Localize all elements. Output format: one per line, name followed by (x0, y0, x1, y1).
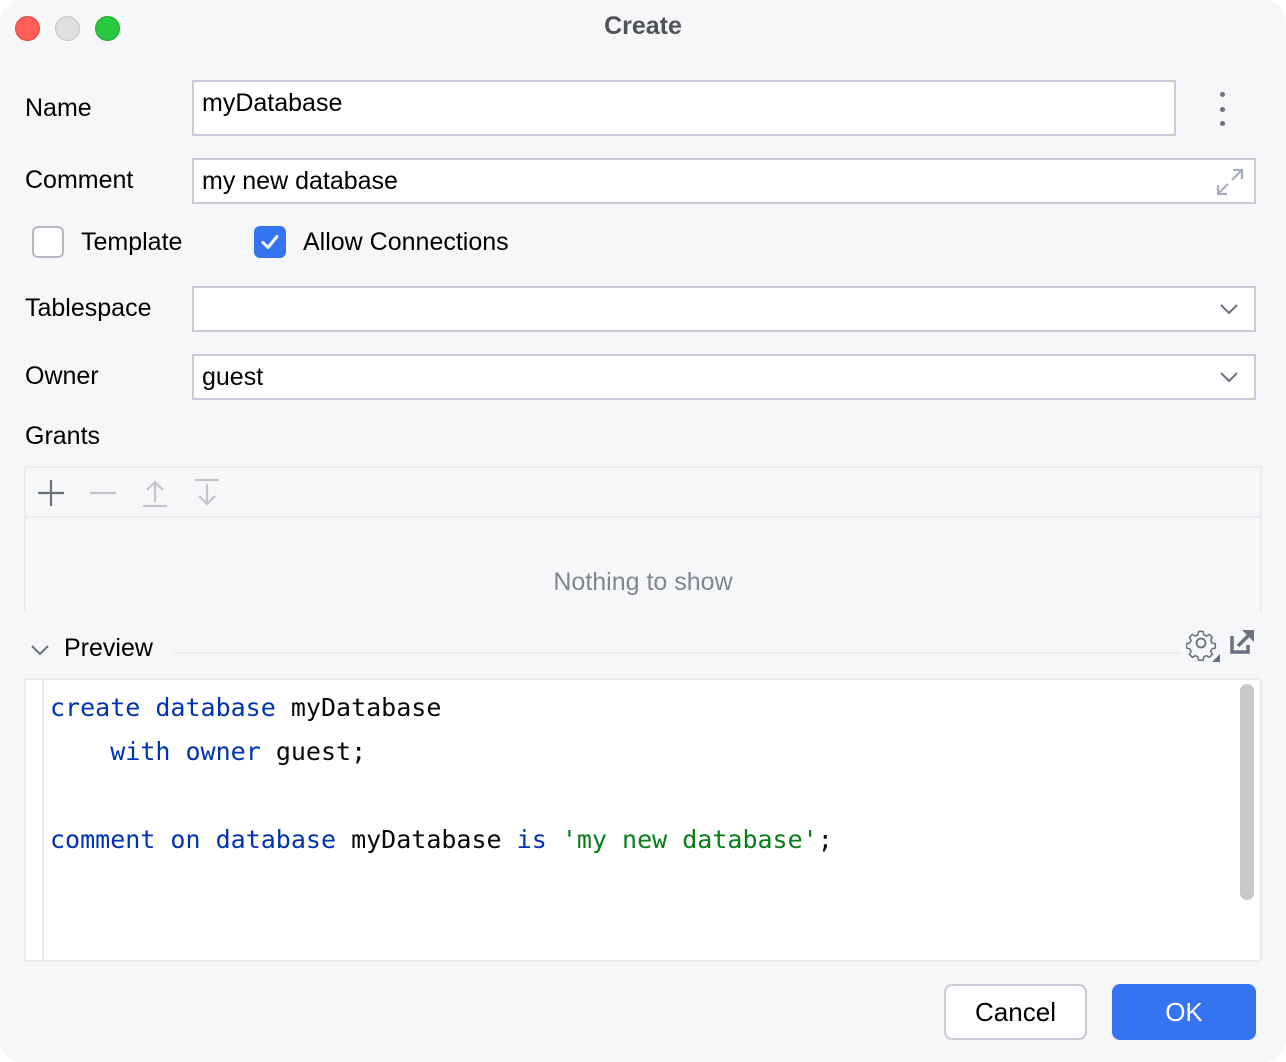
expand-diagonal-icon[interactable] (1214, 166, 1246, 198)
allow-connections-checkbox-row[interactable]: Allow Connections (254, 226, 509, 258)
keyword: is (516, 825, 547, 854)
separator (174, 652, 1182, 654)
preview-section-header: Preview (24, 628, 1262, 672)
chevron-down-icon[interactable] (1218, 298, 1240, 320)
keyword: with (110, 737, 171, 766)
name-input[interactable] (202, 88, 1174, 118)
code-line-4: comment on database myDatabase is 'my ne… (50, 818, 833, 862)
arrow-down-icon[interactable] (192, 478, 222, 508)
code-line-1: create database myDatabase (50, 686, 833, 730)
keyword: comment (50, 825, 156, 854)
keyword: on (170, 825, 201, 854)
kebab-vertical-icon[interactable] (1212, 92, 1232, 126)
allow-connections-checkbox[interactable] (254, 226, 286, 258)
keyword: create (50, 693, 141, 722)
template-label: Template (81, 227, 183, 256)
chevron-down-icon[interactable] (28, 640, 52, 660)
string-literal: 'my new database' (561, 825, 818, 854)
ok-button[interactable]: OK (1112, 984, 1256, 1040)
comment-label: Comment (25, 166, 134, 194)
grants-label: Grants (25, 422, 101, 450)
preview-title[interactable]: Preview (64, 634, 153, 663)
empty-state-text: Nothing to show (553, 568, 733, 596)
keyword: database (155, 693, 276, 722)
chevron-down-icon[interactable] (1218, 366, 1240, 388)
name-label: Name (25, 94, 92, 122)
sql-code[interactable]: create database myDatabase with owner gu… (50, 686, 833, 862)
owner-label: Owner (25, 362, 99, 390)
terminator: ; (817, 825, 833, 854)
grants-table: Nothing to show (24, 466, 1262, 612)
comment-input[interactable] (202, 160, 1254, 202)
identifier: guest; (275, 737, 367, 766)
checkmark-icon (261, 235, 279, 249)
code-line-2: with owner guest; (50, 730, 833, 774)
template-checkbox-row[interactable]: Template (32, 226, 182, 258)
tablespace-select[interactable] (192, 286, 1256, 332)
comment-field[interactable] (192, 158, 1256, 204)
keyword: owner (185, 737, 261, 766)
create-dialog: Create Name Comment Template Allow Conne… (0, 0, 1286, 1062)
arrow-up-icon[interactable] (140, 478, 170, 508)
keyword: database (215, 825, 337, 854)
gear-icon[interactable] (1186, 628, 1220, 662)
editor-gutter (26, 680, 44, 960)
owner-select[interactable]: guest (192, 354, 1256, 400)
cancel-button[interactable]: Cancel (944, 984, 1087, 1040)
minus-icon[interactable] (88, 478, 118, 508)
template-checkbox[interactable] (32, 226, 64, 258)
identifier: myDatabase (351, 825, 502, 854)
plus-icon[interactable] (36, 478, 66, 508)
popout-icon[interactable] (1228, 628, 1256, 656)
tablespace-label: Tablespace (25, 294, 152, 322)
sql-preview-editor[interactable]: create database myDatabase with owner gu… (24, 678, 1262, 962)
allow-connections-label: Allow Connections (303, 227, 509, 256)
grants-toolbar (26, 468, 1260, 518)
identifier: myDatabase (290, 693, 442, 722)
name-field[interactable] (192, 80, 1176, 136)
vertical-scrollbar[interactable] (1240, 684, 1254, 900)
owner-value: guest (202, 362, 264, 391)
title-bar: Create (0, 0, 1286, 56)
dialog-title: Create (604, 12, 682, 40)
